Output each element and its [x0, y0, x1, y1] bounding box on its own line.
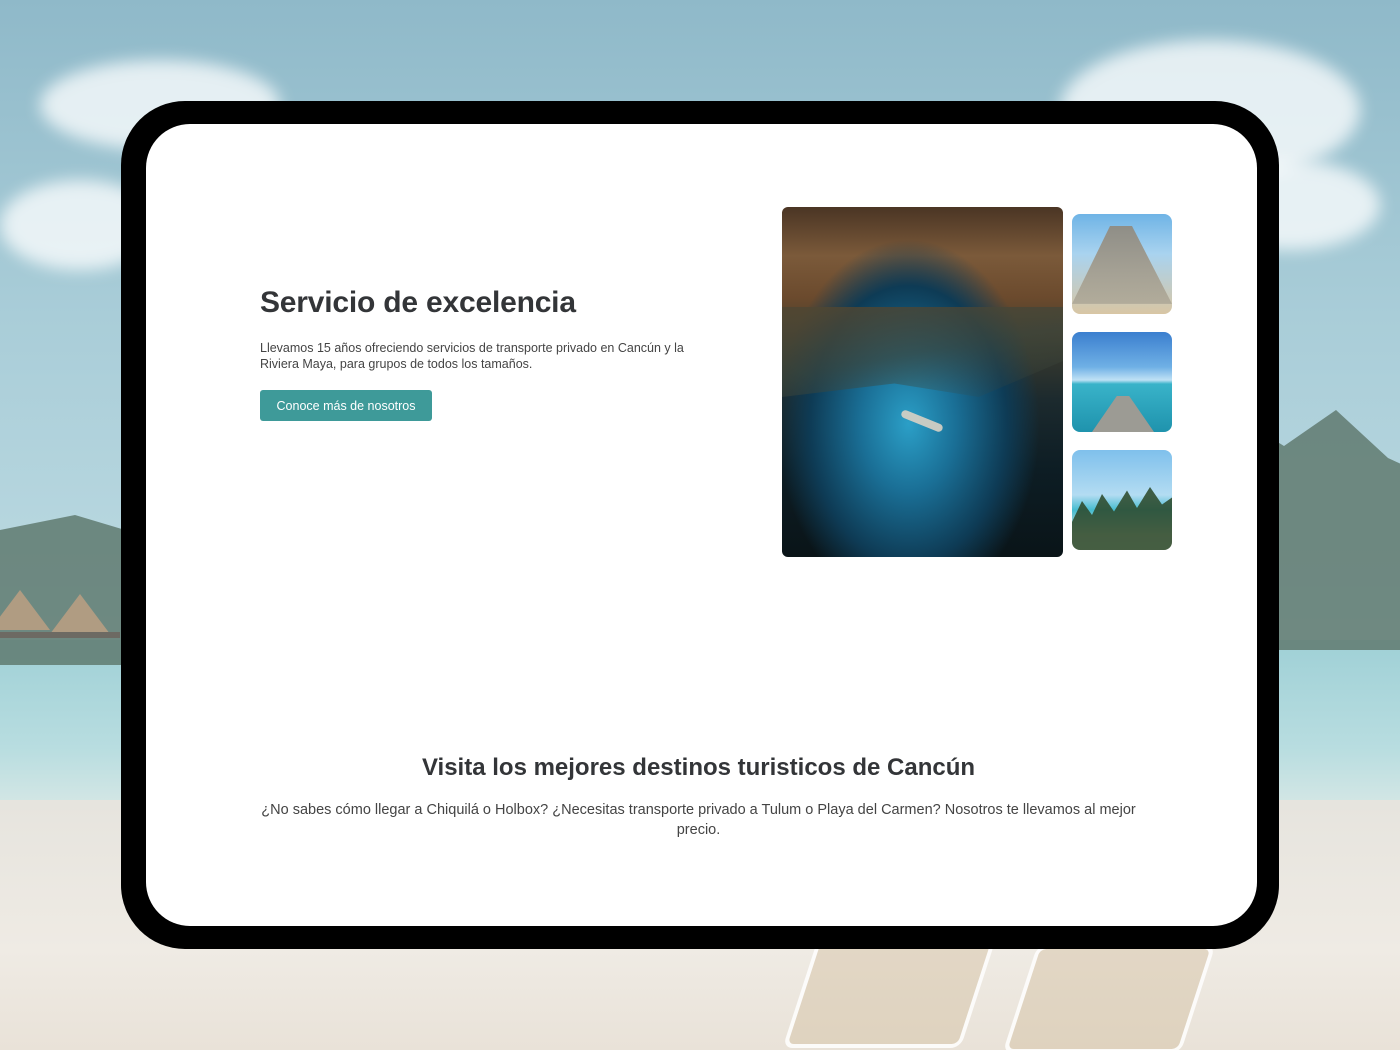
destinations-description: ¿No sabes cómo llegar a Chiquilá o Holbo… [261, 802, 1136, 838]
pyramid-shape [1072, 226, 1172, 304]
hero-description: Llevamos 15 años ofreciendo servicios de… [260, 341, 684, 371]
beach-chair [782, 940, 996, 1048]
palms-photo[interactable] [1072, 450, 1172, 550]
hut-roof [50, 594, 110, 634]
palm-shape [1072, 487, 1172, 550]
pier-photo[interactable] [1072, 332, 1172, 432]
cenote-photo [782, 207, 1063, 557]
hero-title: Servicio de excelencia [260, 286, 576, 319]
hut-roof [0, 590, 50, 630]
cave-rock [782, 307, 1063, 397]
hut-deck [0, 632, 120, 638]
overwater-huts [0, 590, 125, 670]
swimmer [900, 409, 944, 433]
tablet-screen: Servicio de excelencia Llevamos 15 años … [146, 124, 1257, 926]
beach-chair [1002, 945, 1216, 1050]
destinations-title: Visita los mejores destinos turisticos d… [421, 754, 976, 781]
pyramid-photo[interactable] [1072, 214, 1172, 314]
about-us-button[interactable]: Conoce más de nosotros [260, 390, 432, 421]
pier-shape [1092, 396, 1154, 432]
